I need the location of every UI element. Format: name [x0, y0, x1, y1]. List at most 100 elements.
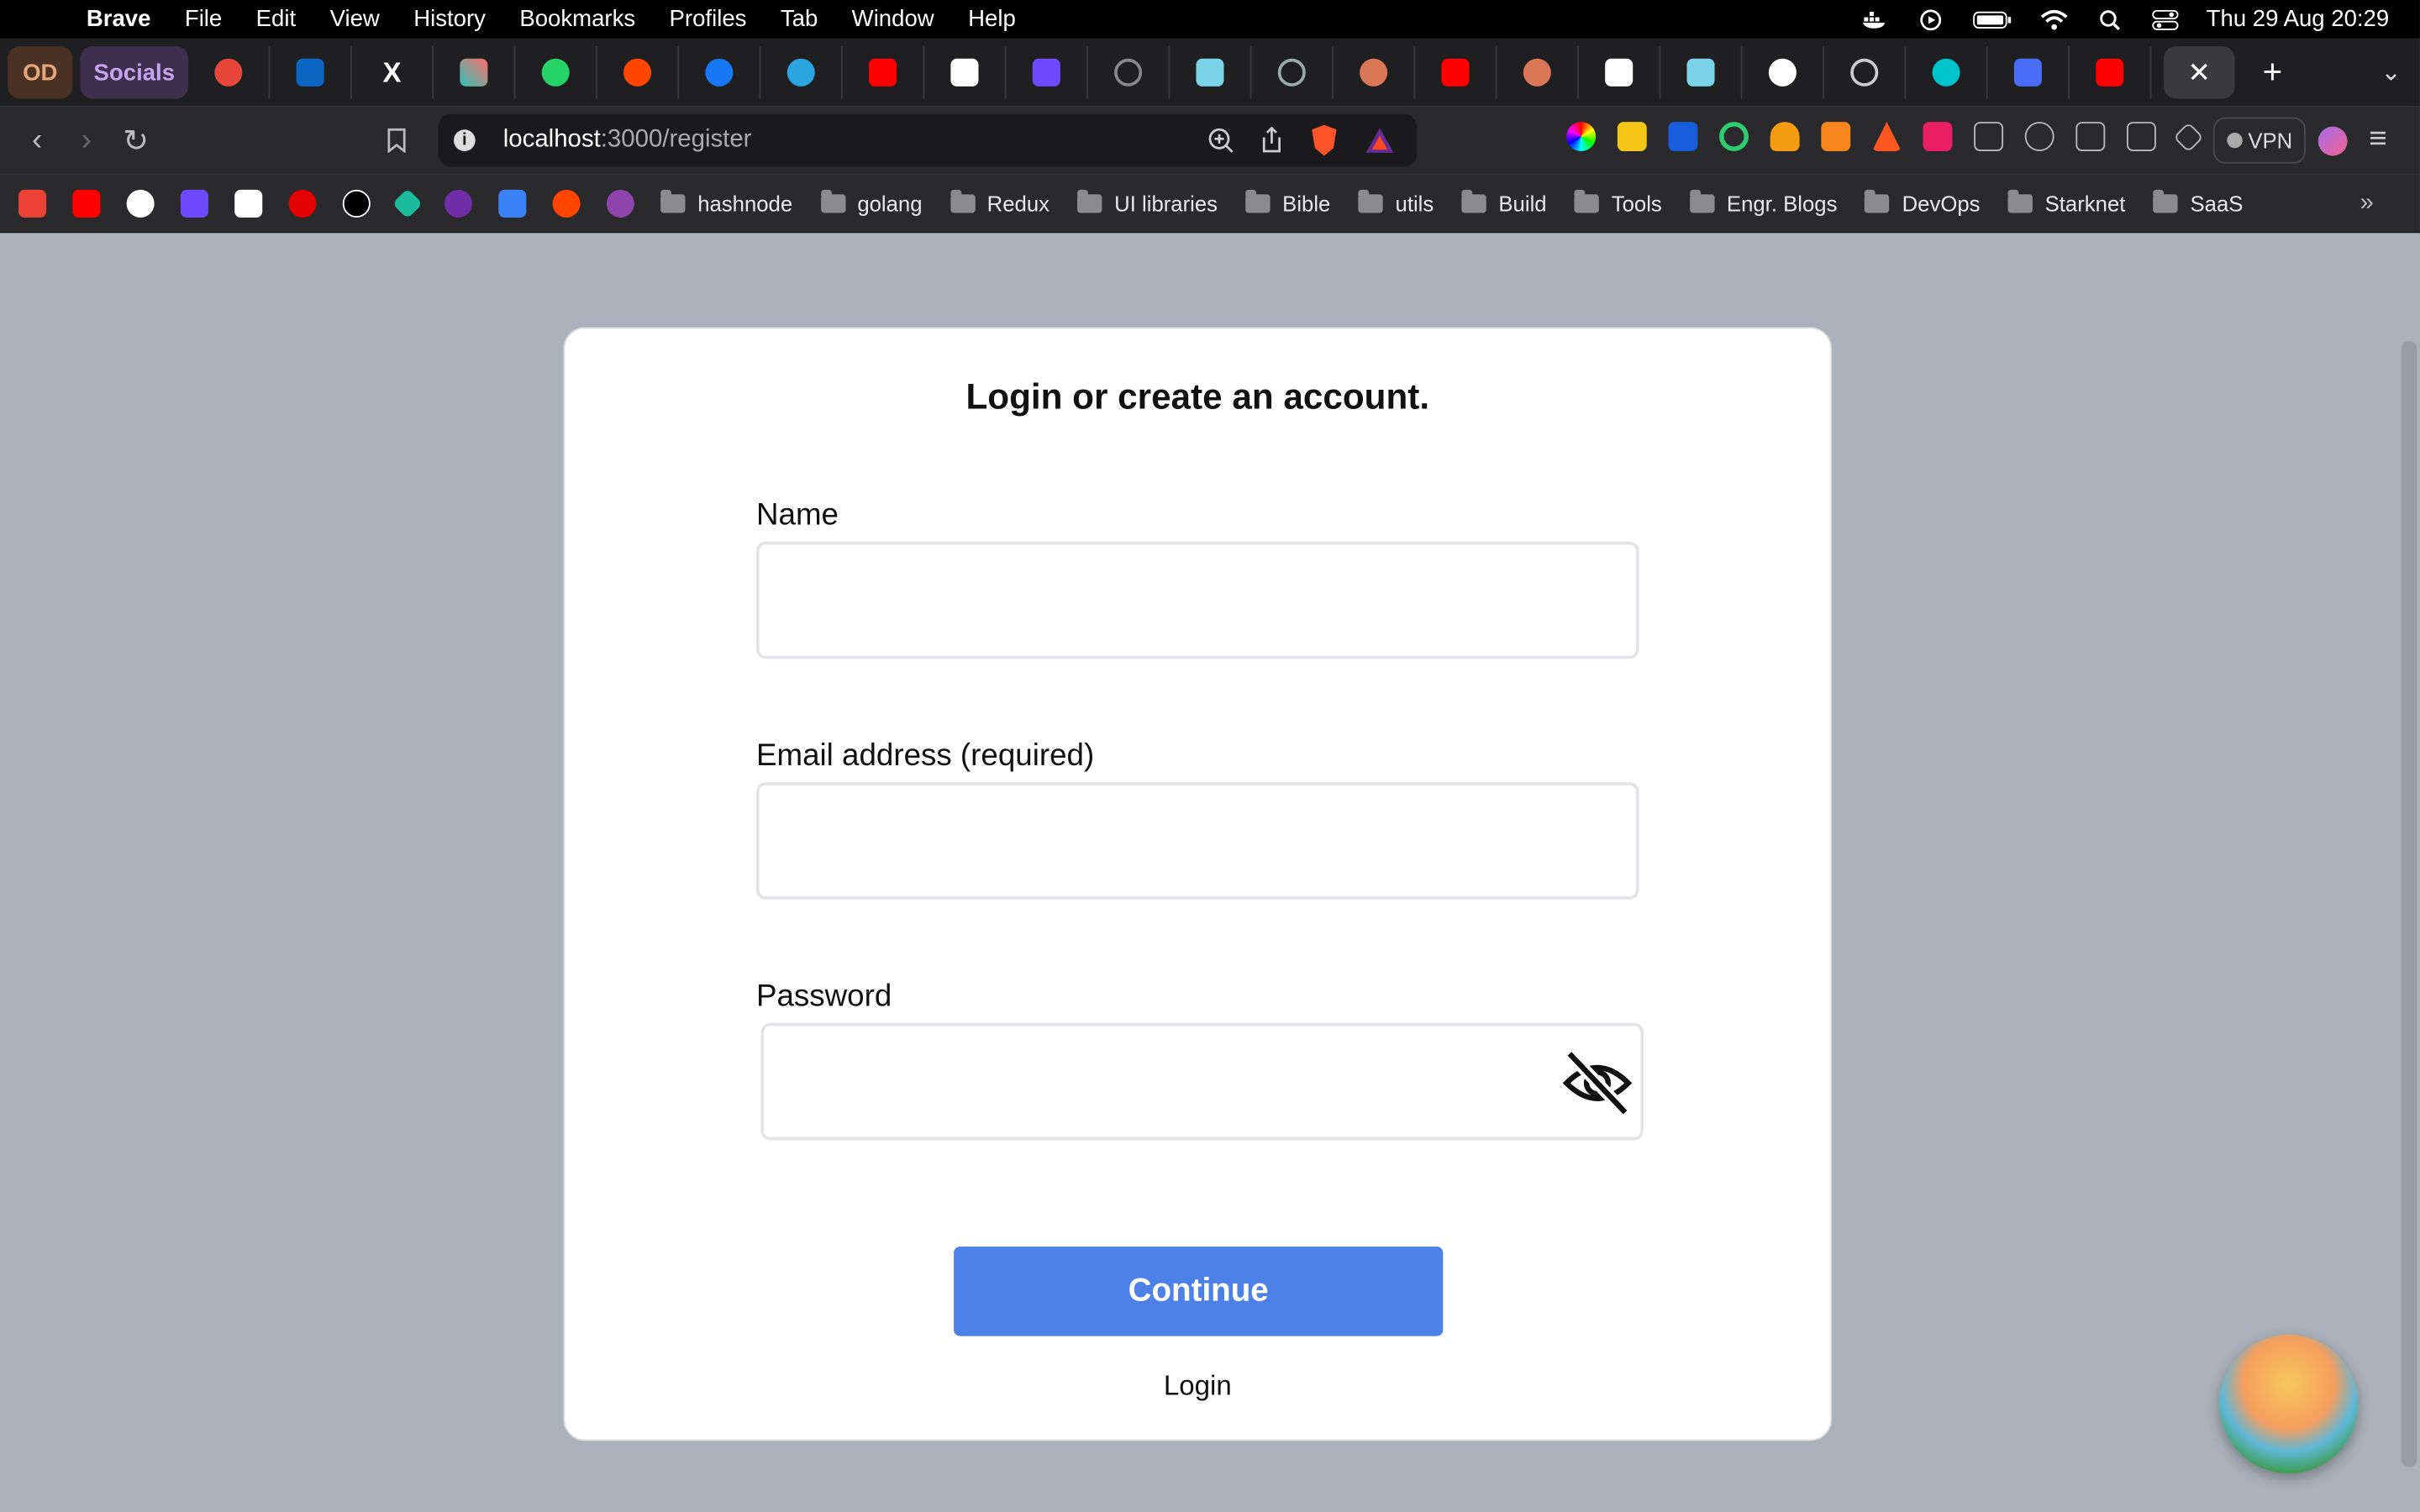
music-icon[interactable]	[2024, 122, 2054, 151]
tab-claude-2[interactable]	[1497, 46, 1579, 99]
site-info-icon[interactable]: i	[453, 129, 476, 151]
bookmark-icon[interactable]	[386, 128, 408, 153]
tab-app[interactable]	[434, 46, 516, 99]
bookmark-folder-utils[interactable]: utils	[1358, 188, 1434, 215]
tab-mail[interactable]	[1007, 46, 1088, 99]
menu-history[interactable]: History	[413, 6, 486, 32]
bookmark-folder-golang[interactable]: golang	[820, 188, 923, 215]
helmet-extension-icon[interactable]	[1770, 122, 1800, 151]
menu-view[interactable]: View	[330, 6, 380, 32]
bookmark-folder-saas[interactable]: SaaS	[2153, 188, 2243, 215]
diamond-icon[interactable]	[392, 187, 424, 218]
email-input[interactable]	[755, 782, 1639, 900]
menu-profiles[interactable]: Profiles	[670, 6, 747, 32]
tab-loader[interactable]	[1088, 46, 1171, 99]
vpn-button[interactable]: VPN	[2212, 117, 2307, 164]
tab-1[interactable]	[188, 46, 271, 99]
bookmarks-overflow-button[interactable]: »	[2360, 189, 2373, 217]
tab-x[interactable]: X	[352, 46, 434, 99]
bookmark-folder-engr-blogs[interactable]: Engr. Blogs	[1689, 188, 1837, 215]
tab-reddit[interactable]	[597, 46, 680, 99]
a-extension-icon[interactable]	[1617, 122, 1647, 151]
tab-group-socials[interactable]: Socials	[80, 46, 189, 99]
tab-whatsapp[interactable]	[515, 46, 597, 99]
tab-facebook[interactable]	[679, 46, 761, 99]
share-icon[interactable]	[1260, 126, 1284, 155]
password-input[interactable]	[760, 1022, 1644, 1141]
u-badge-icon[interactable]	[606, 188, 634, 218]
github-icon[interactable]	[126, 188, 155, 218]
tab-github[interactable]	[1743, 46, 1824, 99]
tab-youtube-3[interactable]	[2070, 46, 2152, 99]
eye-slash-icon[interactable]	[1562, 1047, 1633, 1118]
leo-ai-icon[interactable]	[2173, 121, 2204, 152]
docker-icon[interactable]	[1860, 8, 1888, 30]
name-input[interactable]	[755, 541, 1639, 659]
new-tab-button[interactable]: +	[2263, 52, 2283, 92]
url-text[interactable]: localhost:3000/register	[503, 127, 752, 155]
tab-sp[interactable]	[1579, 46, 1661, 99]
tab-group-od[interactable]: OD	[8, 46, 73, 99]
airtel-icon[interactable]	[288, 188, 317, 218]
gmail-icon[interactable]	[18, 188, 47, 218]
page-scrollbar[interactable]	[2401, 340, 2417, 1467]
tab-settings[interactable]	[1252, 46, 1334, 99]
wallet-icon[interactable]	[2126, 122, 2156, 151]
bookmark-folder-ui-libraries[interactable]: UI libraries	[1077, 188, 1218, 215]
tab-notion[interactable]	[924, 46, 1007, 99]
metamask-extension-icon[interactable]	[1821, 122, 1851, 151]
active-tab-close-button[interactable]: ✕	[2164, 46, 2235, 99]
tab-canva[interactable]	[1906, 46, 1988, 99]
tab-github-2[interactable]	[1824, 46, 1907, 99]
floating-avatar-button[interactable]	[2219, 1334, 2359, 1474]
tab-youtube-2[interactable]	[1415, 46, 1497, 99]
profile-avatar[interactable]	[2317, 126, 2348, 156]
forward-button[interactable]: ›	[61, 123, 111, 158]
puzzle-extensions-icon[interactable]	[1974, 122, 2004, 151]
login-link[interactable]: Login	[565, 1370, 1830, 1403]
menu-window[interactable]: Window	[852, 6, 934, 32]
menu-help[interactable]: Help	[968, 6, 1016, 32]
zoom-icon[interactable]	[1207, 127, 1234, 155]
codeium-icon[interactable]	[234, 188, 263, 218]
control-center-icon[interactable]	[2151, 8, 2179, 30]
proton-mail-icon[interactable]	[180, 188, 208, 218]
cube-icon[interactable]	[498, 188, 527, 218]
bookmark-folder-build[interactable]: Build	[1461, 188, 1547, 215]
tab-youtube[interactable]	[843, 46, 925, 99]
address-bar[interactable]: i localhost:3000/register	[438, 113, 1418, 167]
wifi-icon[interactable]	[2039, 8, 2067, 30]
target-extension-icon[interactable]	[1719, 122, 1749, 151]
continue-button[interactable]: Continue	[954, 1247, 1444, 1336]
bookmark-folder-redux[interactable]: Redux	[950, 188, 1050, 215]
menu-file[interactable]: File	[185, 6, 222, 32]
tab-list-chevron-down-icon[interactable]: ⌄	[2381, 57, 2402, 88]
play-icon[interactable]	[1916, 8, 1944, 30]
menubar-clock[interactable]: Thu 29 Aug 20:29	[2207, 6, 2390, 32]
bookmark-folder-tools[interactable]: Tools	[1574, 188, 1662, 215]
brave-shields-icon[interactable]	[1309, 123, 1340, 157]
spotlight-search-icon[interactable]	[2095, 8, 2123, 30]
menu-edit[interactable]: Edit	[256, 6, 296, 32]
color-wheel-extension-icon[interactable]	[1566, 122, 1597, 151]
bookmark-folder-starknet[interactable]: Starknet	[2007, 188, 2125, 215]
reddit-icon[interactable]	[552, 188, 581, 218]
battery-icon[interactable]	[1971, 8, 2012, 30]
menu-app-name[interactable]: Brave	[87, 6, 151, 32]
slashes-extension-icon[interactable]	[1871, 122, 1902, 151]
bookmark-folder-hashnode[interactable]: hashnode	[660, 188, 792, 215]
tab-doc-1[interactable]	[1170, 46, 1252, 99]
vercel-icon[interactable]	[342, 188, 371, 218]
starknet-icon[interactable]	[444, 188, 473, 218]
sidebar-icon[interactable]	[2075, 122, 2106, 151]
menu-tab[interactable]: Tab	[781, 6, 818, 32]
bookmark-folder-bible[interactable]: Bible	[1245, 188, 1330, 215]
tab-claude-1[interactable]	[1334, 46, 1416, 99]
m-extension-icon[interactable]	[1923, 122, 1953, 151]
brave-rewards-icon[interactable]	[1365, 127, 1396, 155]
bookmark-folder-devops[interactable]: DevOps	[1865, 188, 1980, 215]
bitwarden-extension-icon[interactable]	[1668, 122, 1698, 151]
menu-hamburger-icon[interactable]: ≡	[2369, 122, 2386, 157]
tab-doc-2[interactable]	[1660, 46, 1743, 99]
tab-video[interactable]	[1988, 46, 2070, 99]
